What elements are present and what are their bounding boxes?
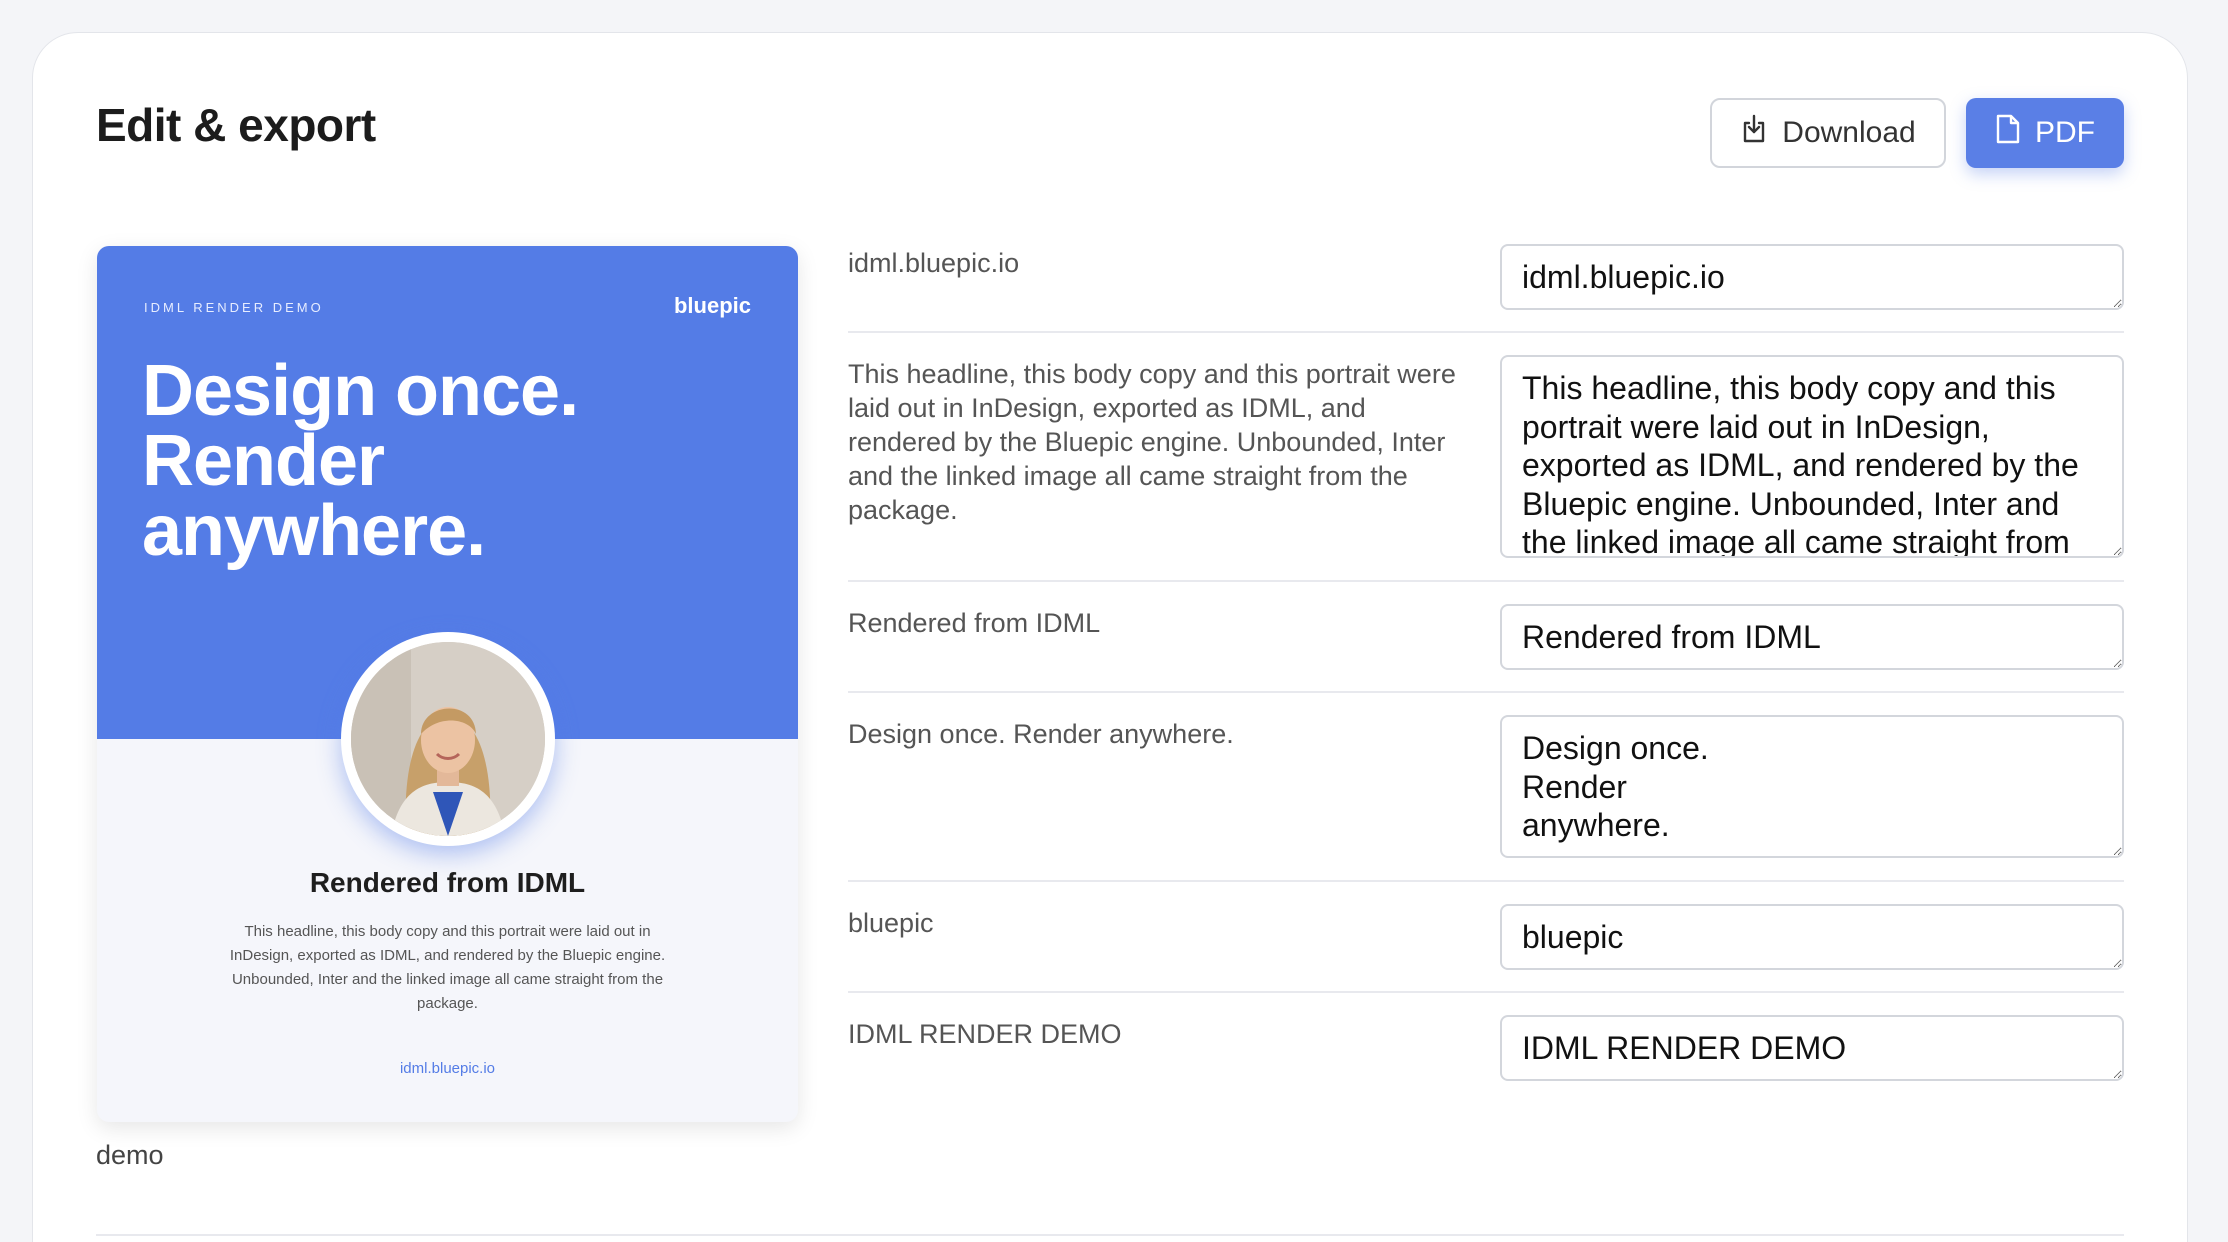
- field-row: bluepic bluepic: [848, 882, 2124, 993]
- portrait-frame: [341, 632, 555, 846]
- field-label: idml.bluepic.io: [848, 248, 1020, 278]
- field-row: Rendered from IDML Rendered from IDML: [848, 582, 2124, 693]
- field-label: Design once. Render anywhere.: [848, 719, 1234, 749]
- pdf-button[interactable]: PDF: [1966, 98, 2124, 168]
- poster-subhead: Rendered from IDML: [309, 867, 586, 898]
- field-row: Design once. Render anywhere. Design onc…: [848, 693, 2124, 882]
- field-list: idml.bluepic.io idml.bluepic.io This hea…: [848, 244, 2124, 1081]
- portrait-image: [351, 642, 545, 836]
- preview-caption: demo: [96, 1140, 164, 1170]
- field-row: This headline, this body copy and this p…: [848, 333, 2124, 582]
- body-copy-field[interactable]: This headline, this body copy and this p…: [1500, 355, 2124, 558]
- kicker-field[interactable]: IDML RENDER DEMO: [1500, 1015, 2124, 1081]
- field-row: idml.bluepic.io idml.bluepic.io: [848, 244, 2124, 333]
- poster-url: idml.bluepic.io: [399, 1060, 496, 1077]
- field-label: IDML RENDER DEMO: [848, 1019, 1122, 1049]
- poster-preview: IDML RENDER DEMO bluepic Design once. Re…: [97, 246, 798, 1122]
- field-label: Rendered from IDML: [848, 608, 1101, 638]
- file-icon: [1995, 114, 2035, 152]
- field-row: IDML RENDER DEMO IDML RENDER DEMO: [848, 993, 2124, 1081]
- page-title: Edit & export: [96, 99, 376, 151]
- url-field[interactable]: idml.bluepic.io: [1500, 244, 2124, 310]
- download-button[interactable]: Download: [1710, 98, 1946, 168]
- poster-headline: Design once. Render anywhere.: [142, 351, 579, 571]
- download-label: Download: [1782, 116, 1916, 149]
- poster-brand-logo: bluepic: [673, 293, 751, 318]
- section-divider: [96, 1234, 2124, 1236]
- brand-field[interactable]: bluepic: [1500, 904, 2124, 970]
- field-label: This headline, this body copy and this p…: [848, 359, 1456, 525]
- poster-body: This headline, this body copy and this p…: [229, 923, 666, 1012]
- field-label: bluepic: [848, 908, 934, 938]
- pdf-label: PDF: [2035, 116, 2095, 149]
- poster-kicker: IDML RENDER DEMO: [144, 300, 324, 315]
- subhead-field[interactable]: Rendered from IDML: [1500, 604, 2124, 670]
- download-icon: [1740, 114, 1782, 152]
- headline-field[interactable]: Design once. Render anywhere.: [1500, 715, 2124, 858]
